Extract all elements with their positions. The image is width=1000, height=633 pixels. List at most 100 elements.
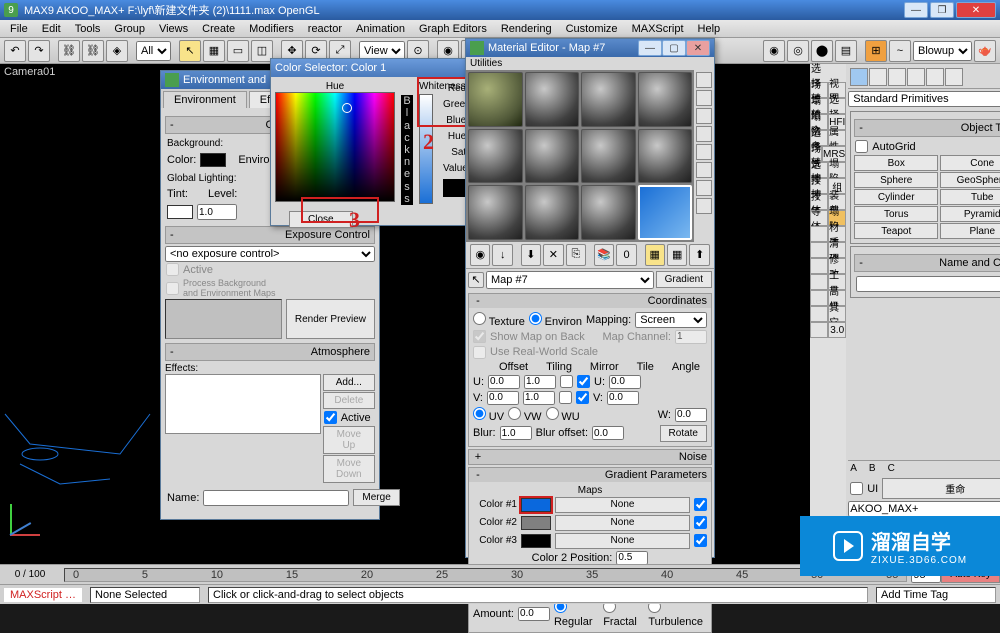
menu-help[interactable]: Help <box>692 22 727 36</box>
menu-edit[interactable]: Edit <box>36 22 67 36</box>
show-end-icon[interactable]: ▦ <box>667 244 687 266</box>
select-region-icon[interactable]: ▭ <box>227 40 249 62</box>
link-icon[interactable]: ⛓ <box>58 40 80 62</box>
mapping-select[interactable]: Screen <box>635 312 707 328</box>
hierarchy-tab-icon[interactable] <box>888 68 906 86</box>
gradient-type-button[interactable]: Gradient <box>656 271 712 288</box>
level-input[interactable] <box>197 204 237 220</box>
rotate-button[interactable]: Rotate <box>660 425 707 442</box>
render-type[interactable]: Blowup <box>913 41 972 61</box>
put-to-scene-icon[interactable]: ↓ <box>492 244 512 266</box>
menu-create[interactable]: Create <box>196 22 241 36</box>
menu-animation[interactable]: Animation <box>350 22 411 36</box>
video-color-icon[interactable] <box>696 144 712 160</box>
minimize-button[interactable]: — <box>904 2 928 18</box>
plane-button[interactable]: Plane <box>940 223 1000 239</box>
menu-grapheditors[interactable]: Graph Editors <box>413 22 493 36</box>
material-slot[interactable] <box>525 185 580 240</box>
material-slot[interactable] <box>581 129 636 184</box>
menu-group[interactable]: Group <box>108 22 151 36</box>
close-button[interactable]: ✕ <box>956 2 996 18</box>
scene-name-input[interactable] <box>848 501 1000 517</box>
bg-color-swatch[interactable] <box>200 153 226 167</box>
tint-swatch[interactable] <box>167 205 193 219</box>
curve-icon[interactable]: ~ <box>889 40 911 62</box>
backlight-icon[interactable] <box>696 90 712 106</box>
material-slot[interactable] <box>638 129 693 184</box>
pyramid-button[interactable]: Pyramid <box>940 206 1000 222</box>
rename-button[interactable]: 重命 <box>882 478 1000 499</box>
assign-icon[interactable]: ⬇ <box>521 244 541 266</box>
material-close-button[interactable]: ✕ <box>686 40 710 56</box>
render-preview-button[interactable]: Render Preview <box>286 299 375 339</box>
add-effect-button[interactable]: Add... <box>323 374 375 391</box>
time-slider[interactable]: 0510152025303540455055 <box>64 568 907 582</box>
geosphere-button[interactable]: GeoSphere <box>940 172 1000 188</box>
material-slot[interactable] <box>581 72 636 127</box>
reset-icon[interactable]: ✕ <box>543 244 563 266</box>
create-tab-icon[interactable] <box>850 68 868 86</box>
display-tab-icon[interactable] <box>926 68 944 86</box>
menu-maxscript[interactable]: MAXScript <box>626 22 690 36</box>
menu-reactor[interactable]: reactor <box>302 22 348 36</box>
sample-type-icon[interactable] <box>696 72 712 88</box>
unlink-icon[interactable]: ⛓ <box>82 40 104 62</box>
make-preview-icon[interactable] <box>696 162 712 178</box>
undo-icon[interactable]: ↶ <box>4 40 26 62</box>
make-copy-icon[interactable]: ⎘ <box>566 244 586 266</box>
menu-modifiers[interactable]: Modifiers <box>243 22 300 36</box>
material-name-select[interactable]: Map #7 <box>486 271 654 289</box>
select-by-mat-icon[interactable] <box>696 198 712 214</box>
object-name-input[interactable] <box>856 276 1000 292</box>
primitive-type-select[interactable]: Standard Primitives <box>848 91 1000 107</box>
cylinder-button[interactable]: Cylinder <box>854 189 938 205</box>
material-slot[interactable] <box>581 185 636 240</box>
bind-icon[interactable]: ◈ <box>106 40 128 62</box>
material-slot[interactable] <box>525 129 580 184</box>
options-icon[interactable] <box>696 180 712 196</box>
material-slot[interactable] <box>468 72 523 127</box>
mat-effects-icon[interactable]: 0 <box>616 244 636 266</box>
environment-tab[interactable]: Environment <box>163 91 247 108</box>
maximize-button[interactable]: ❐ <box>930 2 954 18</box>
tube-button[interactable]: Tube <box>940 189 1000 205</box>
color1-swatch[interactable] <box>521 498 551 512</box>
maxscript-button[interactable]: MAXScript … <box>4 588 82 602</box>
material-slot-active[interactable] <box>638 185 693 240</box>
merge-button[interactable]: Merge <box>353 489 399 506</box>
select-name-icon[interactable]: ▦ <box>203 40 225 62</box>
show-map-icon[interactable]: ▦ <box>645 244 665 266</box>
menu-file[interactable]: File <box>4 22 34 36</box>
torus-button[interactable]: Torus <box>854 206 938 222</box>
menu-customize[interactable]: Customize <box>560 22 624 36</box>
material-slot[interactable] <box>638 72 693 127</box>
color3-swatch[interactable] <box>521 534 551 548</box>
menu-rendering[interactable]: Rendering <box>495 22 558 36</box>
get-material-icon[interactable]: ◉ <box>470 244 490 266</box>
material-icon[interactable]: ⬤ <box>811 40 833 62</box>
put-library-icon[interactable]: 📚 <box>594 244 614 266</box>
material-maximize-button[interactable]: ▢ <box>662 40 686 56</box>
palette-icon[interactable]: ⊞ <box>865 40 887 62</box>
exposure-select[interactable]: <no exposure control> <box>165 246 375 262</box>
nav-parent-icon[interactable]: ⬆ <box>689 244 709 266</box>
material-slot[interactable] <box>468 185 523 240</box>
teapot-button[interactable]: Teapot <box>854 223 938 239</box>
sphere-button[interactable]: Sphere <box>854 172 938 188</box>
sample-uv-icon[interactable] <box>696 126 712 142</box>
effects-list[interactable] <box>165 374 321 434</box>
box-button[interactable]: Box <box>854 155 938 171</box>
layer-icon[interactable]: ▤ <box>835 40 857 62</box>
cone-button[interactable]: Cone <box>940 155 1000 171</box>
quickrender-icon[interactable]: ◎ <box>787 40 809 62</box>
motion-tab-icon[interactable] <box>907 68 925 86</box>
render-icon[interactable]: ◉ <box>763 40 785 62</box>
autogrid-checkbox[interactable] <box>855 140 868 153</box>
blackness-strip[interactable]: Blackness <box>401 95 413 205</box>
selection-filter[interactable]: All <box>136 41 171 61</box>
select-icon[interactable]: ↖ <box>179 40 201 62</box>
hue-field[interactable] <box>275 92 395 202</box>
menu-views[interactable]: Views <box>153 22 194 36</box>
modify-tab-icon[interactable] <box>869 68 887 86</box>
pick-icon[interactable]: ↖ <box>468 272 484 288</box>
